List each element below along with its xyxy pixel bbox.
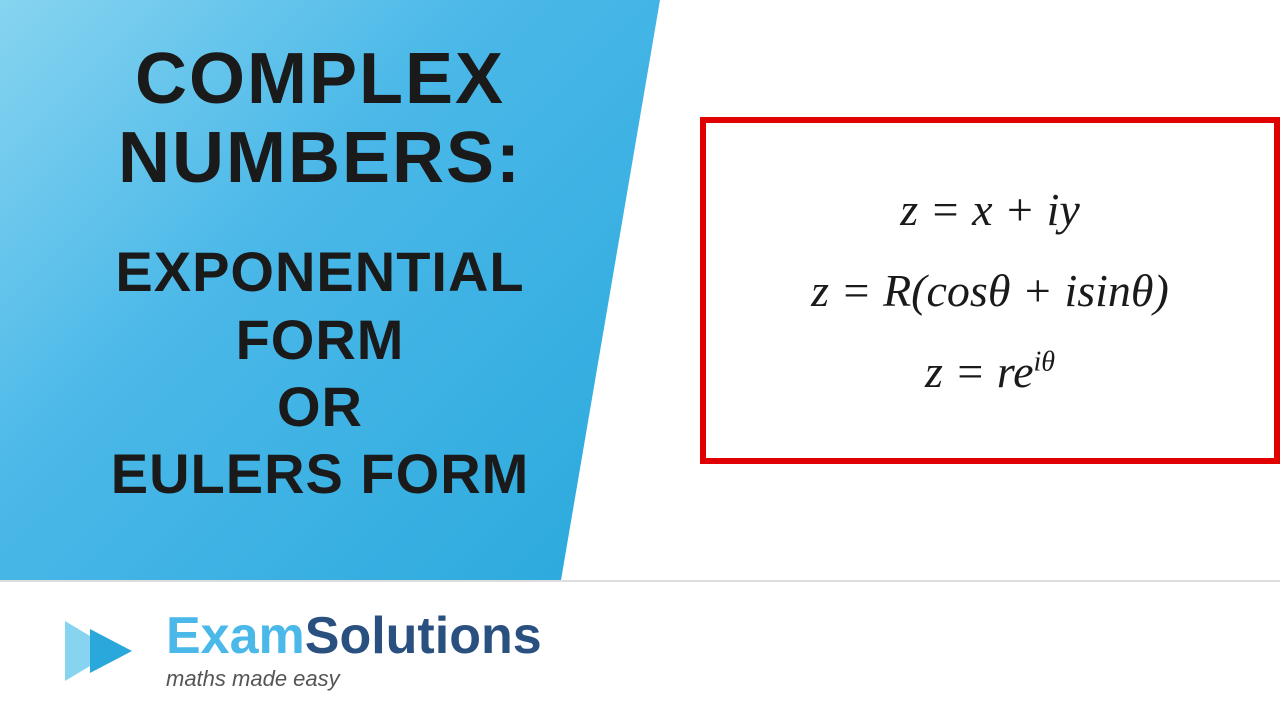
left-panel: COMPLEX NUMBERS: EXPONENTIAL FORM OR EUL… bbox=[0, 0, 660, 580]
subtitle-line1: EXPONENTIAL FORM bbox=[40, 238, 600, 372]
logo: ExamSolutions maths made easy bbox=[60, 610, 542, 692]
logo-tagline: maths made easy bbox=[166, 666, 542, 692]
logo-text: ExamSolutions maths made easy bbox=[166, 610, 542, 692]
formula-line-3: z = reiθ bbox=[766, 337, 1214, 406]
formula-box: z = x + iy z = R(cosθ + isinθ) z = reiθ bbox=[700, 117, 1280, 464]
title-block: COMPLEX NUMBERS: EXPONENTIAL FORM OR EUL… bbox=[40, 40, 600, 507]
title-line2: NUMBERS: bbox=[40, 119, 600, 198]
bottom-bar: ExamSolutions maths made easy bbox=[0, 580, 1280, 720]
subtitle-line3: EULERS FORM bbox=[40, 440, 600, 507]
formula-line-2: z = R(cosθ + isinθ) bbox=[766, 256, 1214, 325]
subtitle-block: EXPONENTIAL FORM OR EULERS FORM bbox=[40, 238, 600, 507]
logo-brand-name: ExamSolutions bbox=[166, 610, 542, 662]
formula-line-1: z = x + iy bbox=[766, 175, 1214, 244]
subtitle-line2: OR bbox=[40, 373, 600, 440]
right-panel: z = x + iy z = R(cosθ + isinθ) z = reiθ bbox=[660, 0, 1280, 580]
title-line1: COMPLEX bbox=[40, 40, 600, 119]
logo-icon-svg bbox=[60, 611, 150, 691]
